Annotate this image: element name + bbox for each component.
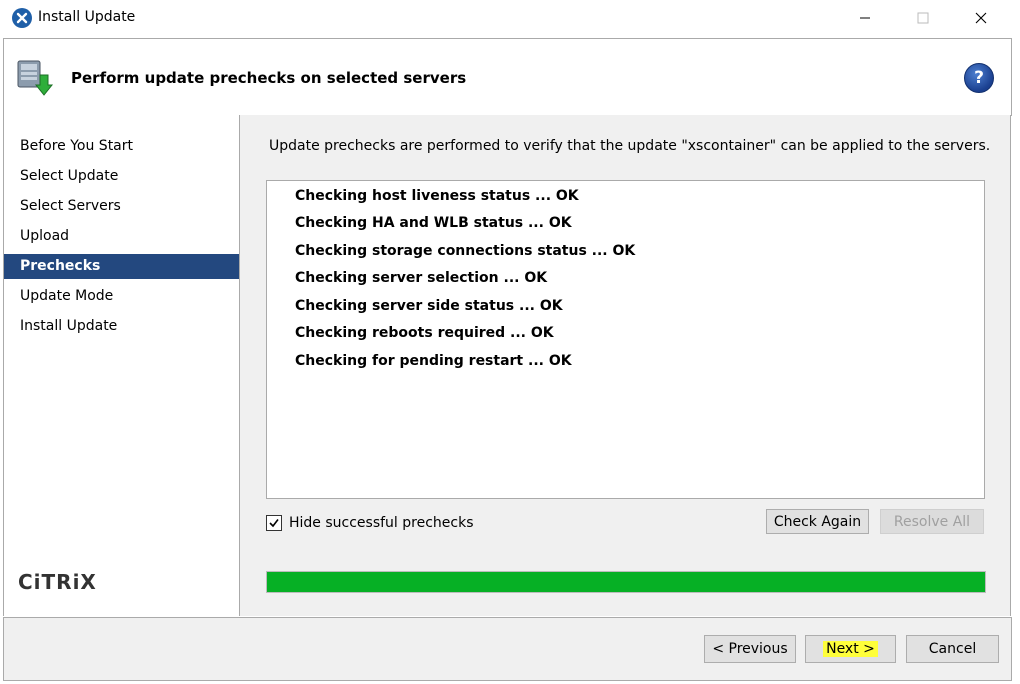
help-icon[interactable]: ? xyxy=(964,63,994,93)
intro-text: Update prechecks are performed to verify… xyxy=(269,138,991,154)
sidebar-item-upload[interactable]: Upload xyxy=(4,224,239,249)
hide-successful-label: Hide successful prechecks xyxy=(289,515,474,531)
title-bar: Install Update xyxy=(0,0,1020,36)
previous-button[interactable]: < Previous xyxy=(704,635,796,663)
wizard-header: Perform update prechecks on selected ser… xyxy=(3,38,1012,116)
cancel-button[interactable]: Cancel xyxy=(906,635,999,663)
close-button[interactable] xyxy=(958,0,1004,36)
list-item: Checking HA and WLB status ... OK xyxy=(295,215,572,231)
list-item: Checking server selection ... OK xyxy=(295,270,548,286)
sidebar-item-select-update[interactable]: Select Update xyxy=(4,164,239,189)
resolve-all-button[interactable]: Resolve All xyxy=(880,509,984,534)
precheck-progress-bar xyxy=(266,571,986,593)
sidebar-item-update-mode[interactable]: Update Mode xyxy=(4,284,239,309)
list-item: Checking host liveness status ... OK xyxy=(295,188,579,204)
page-title: Perform update prechecks on selected ser… xyxy=(71,69,467,87)
prechecks-list: Checking host liveness status ... OK Che… xyxy=(266,180,985,499)
progress-fill xyxy=(267,572,985,592)
minimize-button[interactable] xyxy=(842,0,888,36)
sidebar-item-before-you-start[interactable]: Before You Start xyxy=(4,134,239,159)
next-button[interactable]: Next > xyxy=(805,635,896,663)
wizard-footer: < Previous Next > Cancel xyxy=(3,617,1012,681)
update-package-icon xyxy=(14,55,54,99)
prechecks-panel: Update prechecks are performed to verify… xyxy=(240,115,1011,616)
checkbox-checked-icon[interactable] xyxy=(266,515,282,531)
xencenter-app-icon xyxy=(12,8,32,28)
maximize-button[interactable] xyxy=(900,0,946,36)
list-item: Checking reboots required ... OK xyxy=(295,325,554,341)
list-item: Checking server side status ... OK xyxy=(295,298,563,314)
window-title: Install Update xyxy=(38,9,136,25)
citrix-logo: CiTRiX xyxy=(18,570,97,594)
sidebar-item-install-update[interactable]: Install Update xyxy=(4,314,239,339)
hide-successful-checkbox[interactable]: Hide successful prechecks xyxy=(266,515,474,531)
sidebar-item-prechecks[interactable]: Prechecks xyxy=(4,254,239,279)
wizard-steps-sidebar: Before You Start Select Update Select Se… xyxy=(3,115,240,616)
next-button-label: Next > xyxy=(823,641,878,657)
list-item: Checking for pending restart ... OK xyxy=(295,353,572,369)
check-again-button[interactable]: Check Again xyxy=(766,509,869,534)
list-item: Checking storage connections status ... … xyxy=(295,243,636,259)
sidebar-item-select-servers[interactable]: Select Servers xyxy=(4,194,239,219)
